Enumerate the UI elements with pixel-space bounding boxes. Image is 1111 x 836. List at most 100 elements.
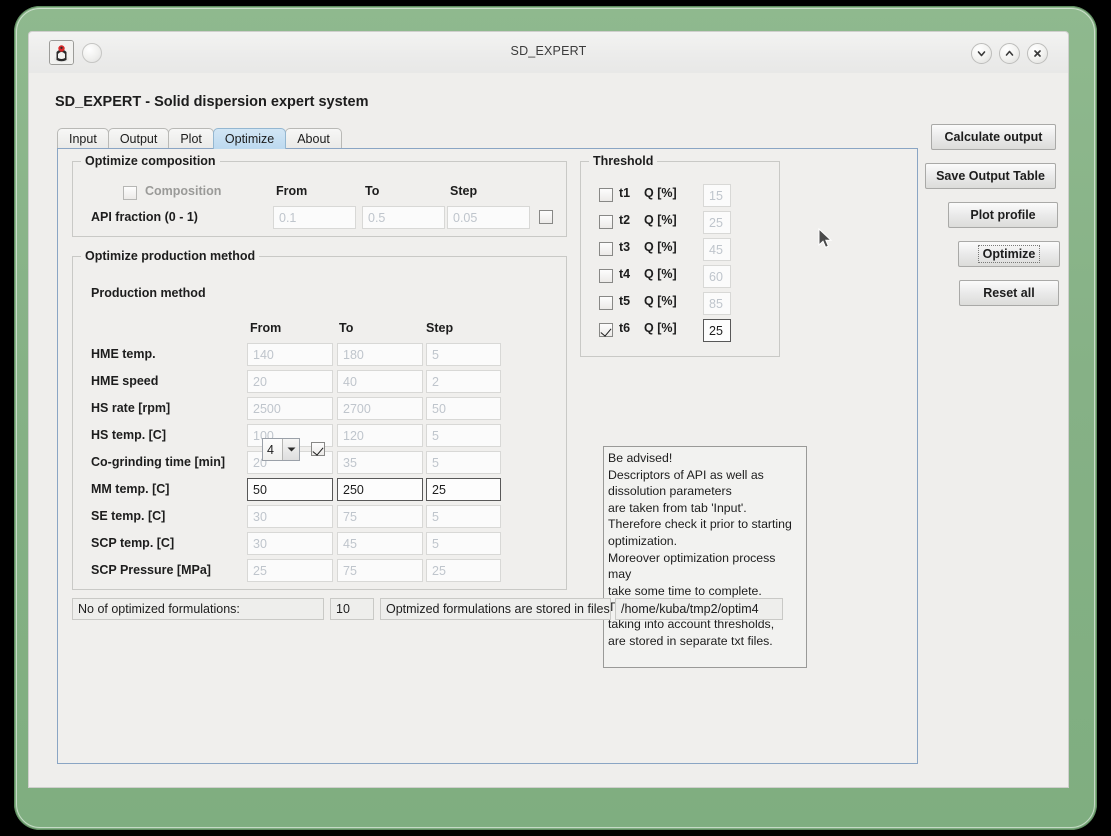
production-method-value: 4 xyxy=(263,439,282,460)
threshold-t3-input[interactable]: 45 xyxy=(703,238,731,261)
row-label-cogrinding-time: Co-grinding time [min] xyxy=(91,455,226,469)
scp-pressure-to-input[interactable]: 75 xyxy=(337,559,423,582)
threshold-t6-input[interactable]: 25 xyxy=(703,319,731,342)
hs-rate-to-input[interactable]: 2700 xyxy=(337,397,423,420)
tab-label: Output xyxy=(119,132,158,146)
scp-temp-from-input[interactable]: 30 xyxy=(247,532,333,555)
column-header-step: Step xyxy=(450,184,478,198)
scp-pressure-step-input[interactable]: 25 xyxy=(426,559,501,582)
scp-pressure-from-input[interactable]: 25 xyxy=(247,559,333,582)
hme-speed-step-input[interactable]: 2 xyxy=(426,370,501,393)
optimize-button[interactable]: Optimize xyxy=(958,241,1060,267)
tab-label: About xyxy=(297,132,330,146)
chevron-down-icon[interactable] xyxy=(971,43,992,64)
hme-temp-from-input[interactable]: 140 xyxy=(247,343,333,366)
window-titlebar: SD_EXPERT xyxy=(28,31,1069,73)
threshold-t4-unit: Q [%] xyxy=(644,267,677,281)
tab-output[interactable]: Output xyxy=(107,128,170,149)
api-fraction-step-input[interactable]: 0.05 xyxy=(447,206,530,229)
application-client-area: SD_EXPERT - Solid dispersion expert syst… xyxy=(28,73,1069,788)
column-header-to: To xyxy=(339,321,354,335)
optimize-production-method-group: Optimize production method Production me… xyxy=(72,249,567,590)
hs-temp-step-input[interactable]: 5 xyxy=(426,424,501,447)
close-icon[interactable] xyxy=(1027,43,1048,64)
threshold-t3-unit: Q [%] xyxy=(644,240,677,254)
threshold-t3-checkbox[interactable] xyxy=(599,242,613,256)
button-label: Optimize xyxy=(977,245,1041,263)
hs-rate-step-input[interactable]: 50 xyxy=(426,397,501,420)
se-temp-from-input[interactable]: 30 xyxy=(247,505,333,528)
hme-speed-to-input[interactable]: 40 xyxy=(337,370,423,393)
mm-temp-step-input[interactable]: 25 xyxy=(426,478,501,501)
api-fraction-to-input[interactable]: 0.5 xyxy=(362,206,445,229)
group-title: Threshold xyxy=(589,154,658,168)
hme-temp-to-input[interactable]: 180 xyxy=(337,343,423,366)
page-title: SD_EXPERT - Solid dispersion expert syst… xyxy=(55,94,369,110)
api-fraction-label: API fraction (0 - 1) xyxy=(91,210,198,224)
threshold-t4-input[interactable]: 60 xyxy=(703,265,731,288)
row-label-se-temp: SE temp. [C] xyxy=(91,509,166,523)
desktop-background: SD_EXPERT SD_EXPERT - Solid dispersion e… xyxy=(0,0,1111,836)
chevron-up-icon[interactable] xyxy=(999,43,1020,64)
production-method-label: Production method xyxy=(91,286,206,300)
tab-bar: Input Output Plot Optimize About xyxy=(57,127,342,149)
reset-all-button[interactable]: Reset all xyxy=(959,280,1059,306)
column-header-from: From xyxy=(276,184,308,198)
threshold-group: Threshold t1 Q [%] 15 t2 Q [%] 25 t3 Q [… xyxy=(580,154,780,357)
cogrinding-time-step-input[interactable]: 5 xyxy=(426,451,501,474)
hs-rate-from-input[interactable]: 2500 xyxy=(247,397,333,420)
output-files-label: Optmized formulations are stored in file… xyxy=(380,598,611,620)
api-fraction-enable-checkbox[interactable] xyxy=(539,210,553,224)
threshold-t5-input[interactable]: 85 xyxy=(703,292,731,315)
composition-checkbox[interactable] xyxy=(123,186,137,200)
threshold-t2-input[interactable]: 25 xyxy=(703,211,731,234)
tab-label: Input xyxy=(69,132,97,146)
plot-profile-button[interactable]: Plot profile xyxy=(948,202,1058,228)
hme-temp-step-input[interactable]: 5 xyxy=(426,343,501,366)
mm-temp-to-input[interactable]: 250 xyxy=(337,478,423,501)
button-label: Save Output Table xyxy=(936,169,1045,183)
advisory-textarea[interactable]: Be advised! Descriptors of API as well a… xyxy=(603,446,807,668)
threshold-t4-checkbox[interactable] xyxy=(599,269,613,283)
tab-optimize[interactable]: Optimize xyxy=(212,128,287,149)
scp-temp-to-input[interactable]: 45 xyxy=(337,532,423,555)
tab-about[interactable]: About xyxy=(285,128,342,149)
column-header-step: Step xyxy=(426,321,454,335)
calculate-output-button[interactable]: Calculate output xyxy=(931,124,1056,150)
threshold-t5-unit: Q [%] xyxy=(644,294,677,308)
chevron-down-icon xyxy=(282,439,299,460)
row-label-hme-temp: HME temp. xyxy=(91,347,156,361)
production-method-select[interactable]: 4 xyxy=(262,438,300,461)
row-label-hme-speed: HME speed xyxy=(91,374,159,388)
cogrinding-time-to-input[interactable]: 35 xyxy=(337,451,423,474)
save-output-table-button[interactable]: Save Output Table xyxy=(925,163,1056,189)
scp-temp-step-input[interactable]: 5 xyxy=(426,532,501,555)
threshold-t4-name: t4 xyxy=(619,267,631,281)
group-title: Optimize production method xyxy=(81,249,260,263)
threshold-t6-checkbox[interactable] xyxy=(599,323,613,337)
threshold-t1-unit: Q [%] xyxy=(644,186,677,200)
optimize-tab-panel: Optimize composition Composition From To… xyxy=(57,148,918,764)
hs-temp-to-input[interactable]: 120 xyxy=(337,424,423,447)
optimize-composition-group: Optimize composition Composition From To… xyxy=(72,154,567,237)
mm-temp-from-input[interactable]: 50 xyxy=(247,478,333,501)
button-label: Calculate output xyxy=(944,130,1043,144)
row-label-mm-temp: MM temp. [C] xyxy=(91,482,170,496)
threshold-t1-input[interactable]: 15 xyxy=(703,184,731,207)
threshold-t1-checkbox[interactable] xyxy=(599,188,613,202)
hme-speed-from-input[interactable]: 20 xyxy=(247,370,333,393)
threshold-t5-checkbox[interactable] xyxy=(599,296,613,310)
button-label: Plot profile xyxy=(970,208,1036,222)
tab-input[interactable]: Input xyxy=(57,128,109,149)
api-fraction-from-input[interactable]: 0.1 xyxy=(273,206,356,229)
formulation-count-label: No of optimized formulations: xyxy=(72,598,324,620)
se-temp-step-input[interactable]: 5 xyxy=(426,505,501,528)
threshold-t2-checkbox[interactable] xyxy=(599,215,613,229)
tab-plot[interactable]: Plot xyxy=(168,128,214,149)
production-method-enable-checkbox[interactable] xyxy=(311,442,325,456)
se-temp-to-input[interactable]: 75 xyxy=(337,505,423,528)
window-title: SD_EXPERT xyxy=(510,44,587,58)
threshold-t2-unit: Q [%] xyxy=(644,213,677,227)
threshold-t6-name: t6 xyxy=(619,321,631,335)
threshold-t5-name: t5 xyxy=(619,294,631,308)
